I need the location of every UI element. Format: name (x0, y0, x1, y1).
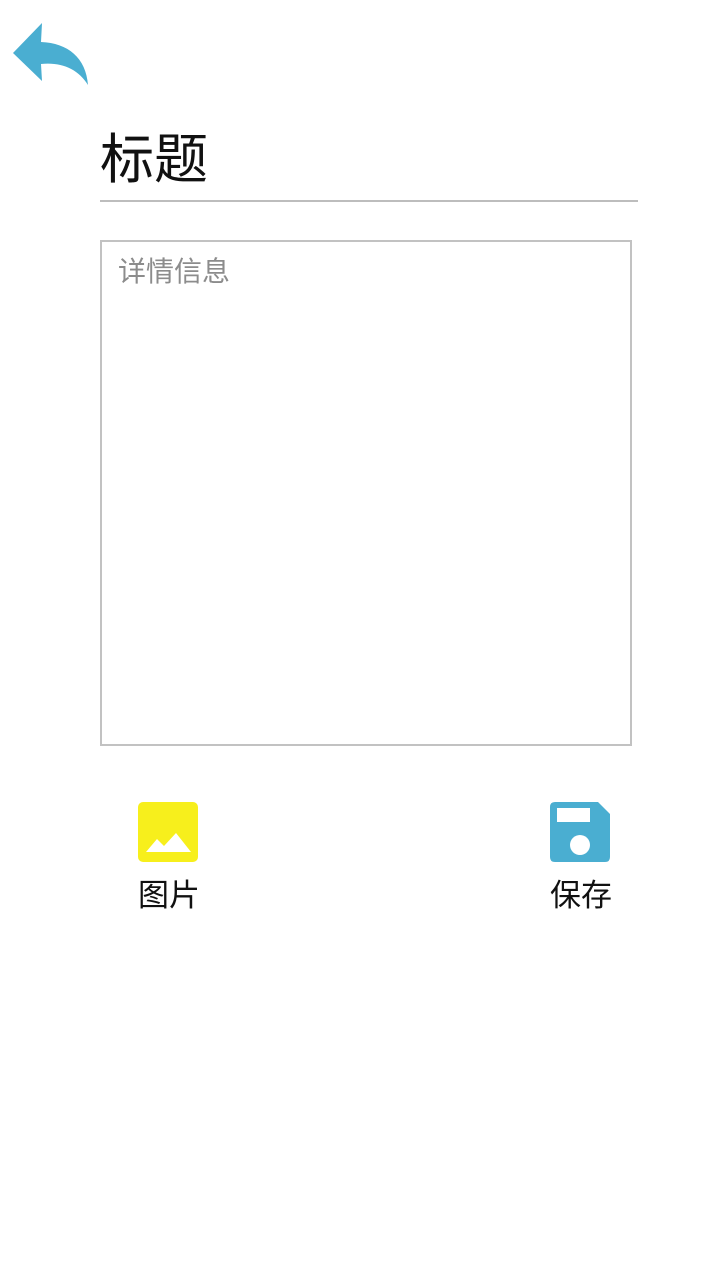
title-input[interactable] (100, 128, 638, 192)
floppy-disk-icon (550, 802, 612, 864)
back-arrow-icon (10, 20, 92, 90)
details-textarea[interactable] (100, 240, 632, 746)
image-icon (138, 802, 200, 864)
save-label: 保存 (550, 878, 612, 914)
save-button[interactable]: 保存 (526, 800, 636, 920)
title-field (100, 118, 638, 202)
image-button[interactable]: 图片 (114, 800, 224, 920)
back-button[interactable] (10, 20, 92, 90)
image-label: 图片 (138, 878, 200, 914)
